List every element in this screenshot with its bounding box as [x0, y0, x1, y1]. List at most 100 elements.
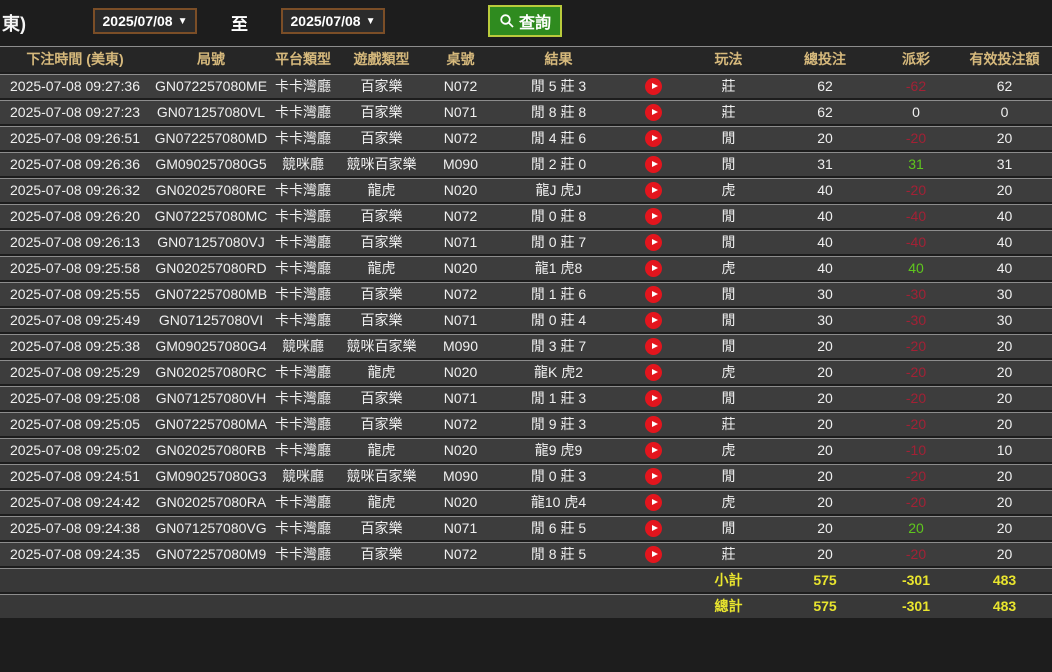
table-no-cell: N072 — [429, 204, 492, 230]
game-type-cell: 龍虎 — [334, 438, 429, 464]
play-video-button[interactable] — [645, 207, 662, 225]
table-no-cell: N072 — [429, 542, 492, 568]
total-bet-cell: 31 — [775, 152, 875, 178]
play-video-button[interactable] — [645, 233, 662, 251]
platform-cell: 卡卡灣廳 — [272, 230, 334, 256]
play-video-button[interactable] — [645, 467, 662, 485]
play-video-button[interactable] — [645, 415, 662, 433]
round-id-cell: GN072257080MC — [150, 204, 272, 230]
table-no-cell: N072 — [429, 74, 492, 100]
bet-time-cell: 2025-07-08 09:25:38 — [0, 334, 150, 360]
total-bet-cell: 62 — [775, 100, 875, 126]
play-video-button[interactable] — [645, 285, 662, 303]
date-from-picker[interactable]: 2025/07/08 ▼ — [93, 8, 197, 34]
valid-bet-cell: 20 — [957, 126, 1052, 152]
total-bet-cell: 20 — [775, 412, 875, 438]
replay-cell — [625, 490, 682, 516]
filter-bar: 東) 2025/07/08 ▼ 至 2025/07/08 ▼ 查詢 — [0, 0, 1052, 46]
replay-cell — [625, 152, 682, 178]
platform-cell: 卡卡灣廳 — [272, 516, 334, 542]
round-id-cell: GN072257080ME — [150, 74, 272, 100]
play-icon — [651, 551, 658, 558]
table-row: 2025-07-08 09:24:42 GN020257080RA 卡卡灣廳 龍… — [0, 490, 1052, 516]
round-id-cell: GN072257080M9 — [150, 542, 272, 568]
total-bet-cell: 40 — [775, 204, 875, 230]
bet-time-cell: 2025-07-08 09:25:05 — [0, 412, 150, 438]
play-icon — [651, 525, 658, 532]
play-icon — [651, 187, 658, 194]
play-video-button[interactable] — [645, 103, 662, 121]
platform-cell: 卡卡灣廳 — [272, 438, 334, 464]
replay-cell — [625, 100, 682, 126]
payout-cell: -20 — [875, 412, 957, 438]
bet-time-cell: 2025-07-08 09:24:42 — [0, 490, 150, 516]
play-video-button[interactable] — [645, 493, 662, 511]
table-row: 2025-07-08 09:25:58 GN020257080RD 卡卡灣廳 龍… — [0, 256, 1052, 282]
platform-cell: 卡卡灣廳 — [272, 256, 334, 282]
table-no-cell: M090 — [429, 464, 492, 490]
round-id-cell: GM090257080G3 — [150, 464, 272, 490]
query-button[interactable]: 查詢 — [488, 5, 563, 37]
replay-cell — [625, 386, 682, 412]
bet-time-cell: 2025-07-08 09:25:58 — [0, 256, 150, 282]
result-cell: 龍10 虎4 — [492, 490, 625, 516]
search-icon — [499, 13, 515, 29]
bet-time-cell: 2025-07-08 09:24:38 — [0, 516, 150, 542]
play-video-button[interactable] — [645, 129, 662, 147]
bet-time-cell: 2025-07-08 09:26:32 — [0, 178, 150, 204]
table-no-cell: N072 — [429, 126, 492, 152]
bet-time-cell: 2025-07-08 09:25:08 — [0, 386, 150, 412]
play-video-button[interactable] — [645, 259, 662, 277]
platform-cell: 卡卡灣廳 — [272, 178, 334, 204]
table-row: 2025-07-08 09:27:23 GN071257080VL 卡卡灣廳 百… — [0, 100, 1052, 126]
col-header-valid-bet: 有效投注額 — [957, 46, 1052, 74]
payout-cell: -20 — [875, 178, 957, 204]
payout-cell: -30 — [875, 282, 957, 308]
play-video-button[interactable] — [645, 545, 662, 563]
game-type-cell: 龍虎 — [334, 360, 429, 386]
play-video-button[interactable] — [645, 441, 662, 459]
game-type-cell: 百家樂 — [334, 204, 429, 230]
game-type-cell: 龍虎 — [334, 256, 429, 282]
result-cell: 閒 0 莊 8 — [492, 204, 625, 230]
replay-cell — [625, 256, 682, 282]
total-bet-cell: 20 — [775, 438, 875, 464]
play-video-button[interactable] — [645, 311, 662, 329]
bet-time-cell: 2025-07-08 09:25:55 — [0, 282, 150, 308]
play-video-button[interactable] — [645, 77, 662, 95]
table-no-cell: N071 — [429, 516, 492, 542]
valid-bet-cell: 20 — [957, 490, 1052, 516]
play-video-button[interactable] — [645, 181, 662, 199]
total-bet-cell: 62 — [775, 74, 875, 100]
grand-total-empty — [0, 594, 682, 620]
play-video-button[interactable] — [645, 363, 662, 381]
col-header-bet-type: 玩法 — [682, 46, 775, 74]
bet-time-cell: 2025-07-08 09:26:20 — [0, 204, 150, 230]
grand-total-label: 總計 — [682, 594, 775, 620]
play-video-button[interactable] — [645, 519, 662, 537]
result-cell: 閒 9 莊 3 — [492, 412, 625, 438]
table-no-cell: M090 — [429, 334, 492, 360]
game-type-cell: 競咪百家樂 — [334, 152, 429, 178]
result-cell: 閒 2 莊 0 — [492, 152, 625, 178]
payout-cell: -40 — [875, 230, 957, 256]
play-icon — [651, 447, 658, 454]
replay-cell — [625, 204, 682, 230]
replay-cell — [625, 360, 682, 386]
play-video-button[interactable] — [645, 155, 662, 173]
total-bet-cell: 20 — [775, 464, 875, 490]
table-row: 2025-07-08 09:24:35 GN072257080M9 卡卡灣廳 百… — [0, 542, 1052, 568]
date-to-picker[interactable]: 2025/07/08 ▼ — [281, 8, 385, 34]
play-icon — [651, 135, 658, 142]
game-type-cell: 百家樂 — [334, 386, 429, 412]
platform-cell: 卡卡灣廳 — [272, 204, 334, 230]
play-video-button[interactable] — [645, 337, 662, 355]
play-icon — [651, 83, 658, 90]
total-bet-cell: 40 — [775, 178, 875, 204]
round-id-cell: GN020257080RE — [150, 178, 272, 204]
play-icon — [651, 291, 658, 298]
result-cell: 龍J 虎J — [492, 178, 625, 204]
bet-type-cell: 虎 — [682, 438, 775, 464]
play-video-button[interactable] — [645, 389, 662, 407]
bet-type-cell: 莊 — [682, 412, 775, 438]
